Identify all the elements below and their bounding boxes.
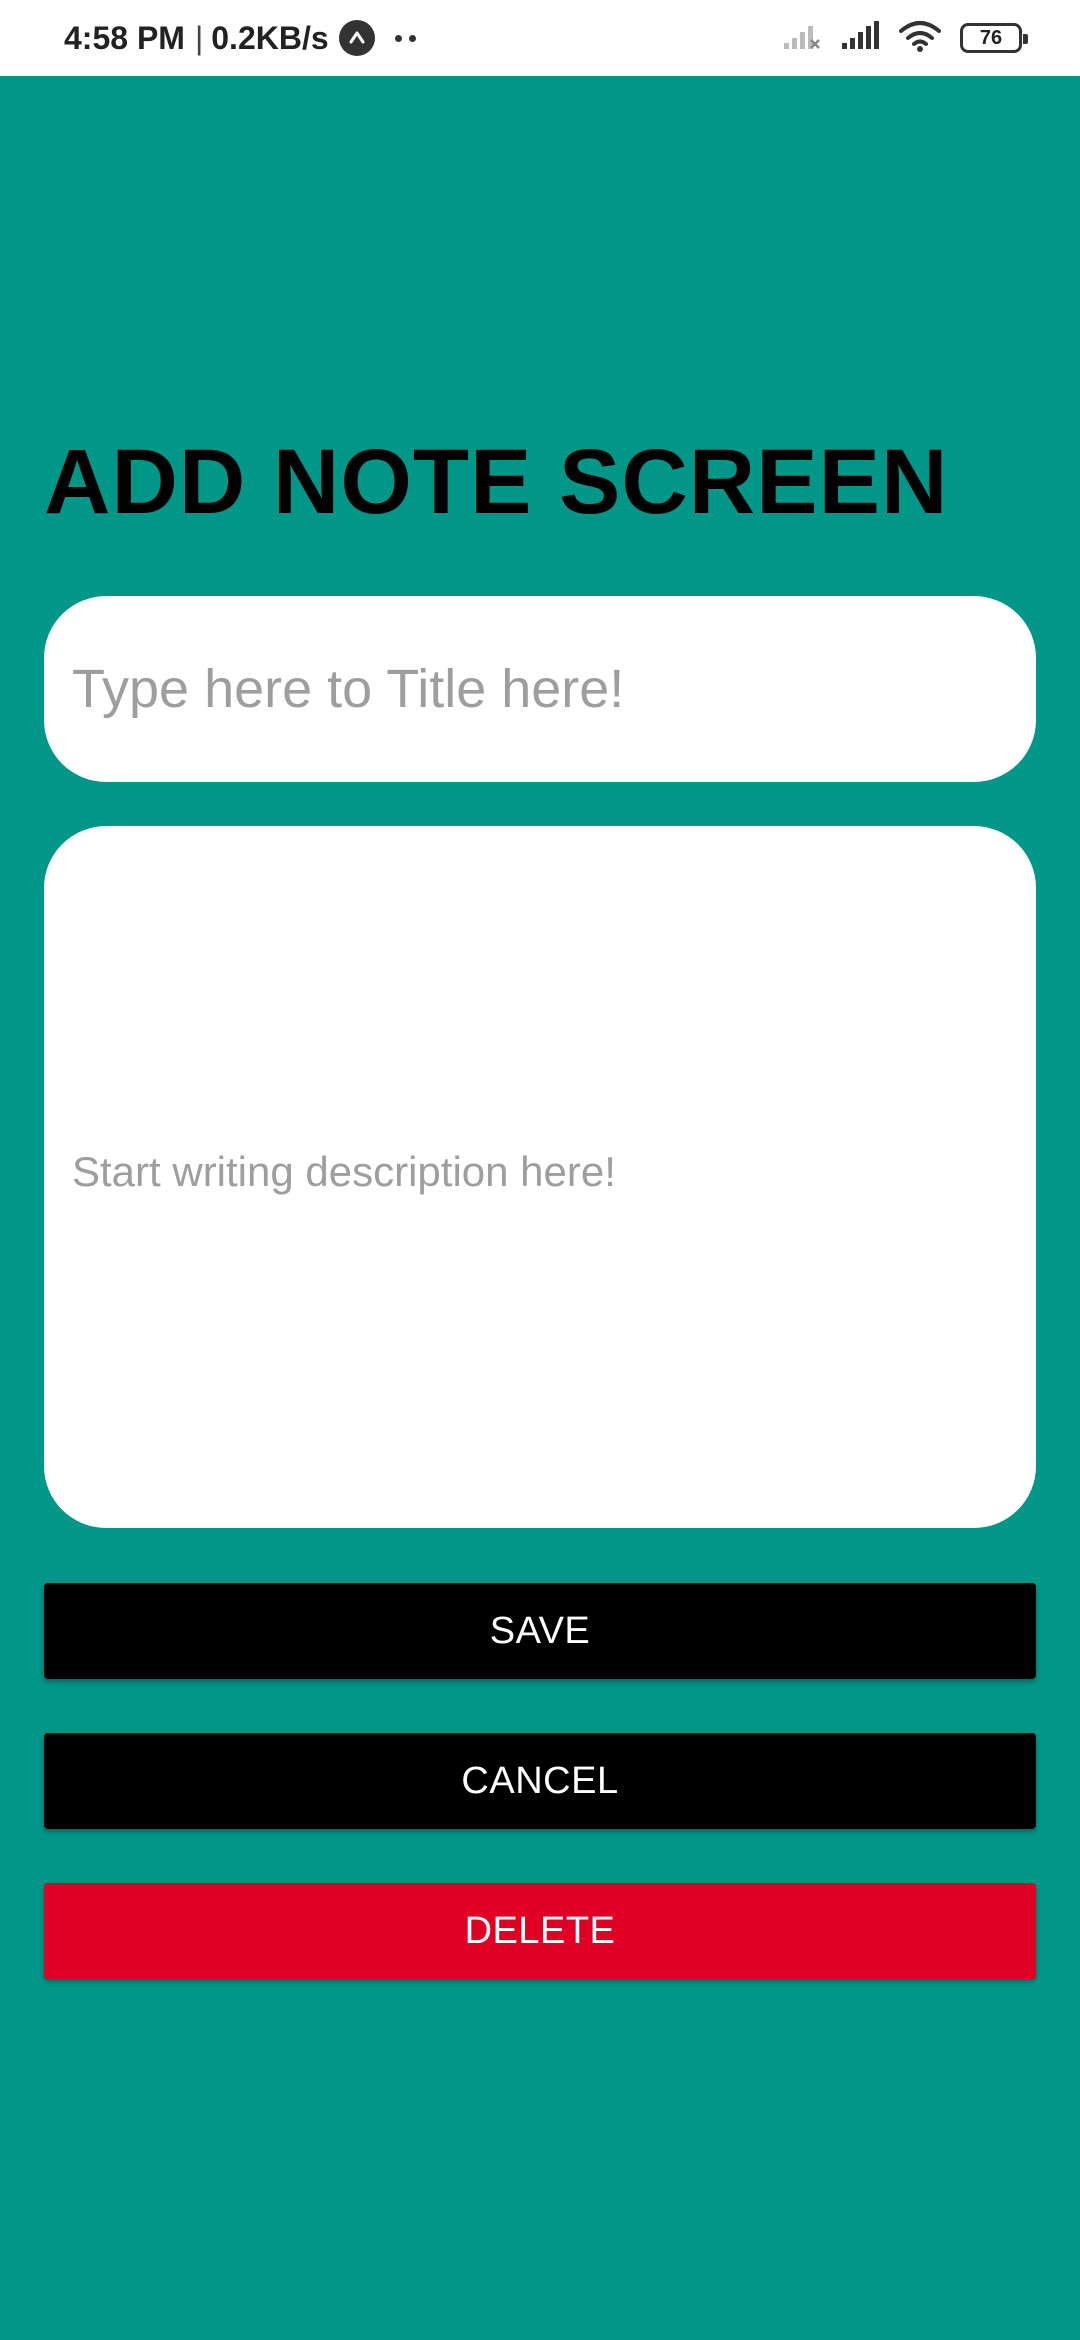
cancel-button[interactable]: CANCEL [44,1733,1036,1829]
wifi-icon [898,20,942,57]
signal-off-icon [782,21,822,56]
app-notification-icon [338,20,375,56]
status-left: 4:58 PM | 0.2KB/s [64,20,782,57]
status-bar: 4:58 PM | 0.2KB/s 76 [0,0,1080,76]
network-speed: 0.2KB/s [211,19,329,56]
status-separator: | [194,19,204,56]
signal-icon [840,20,880,56]
description-input[interactable] [44,826,1036,1528]
title-input[interactable] [44,596,1036,782]
delete-button[interactable]: DELETE [44,1883,1036,1979]
page-title: ADD NOTE SCREEN [44,431,949,533]
status-right: 76 [782,20,1028,57]
more-dots-icon [394,34,416,42]
battery-icon: 76 [960,23,1028,53]
battery-level: 76 [979,26,1003,49]
save-button[interactable]: SAVE [44,1583,1036,1679]
status-time: 4:58 PM [64,19,185,56]
